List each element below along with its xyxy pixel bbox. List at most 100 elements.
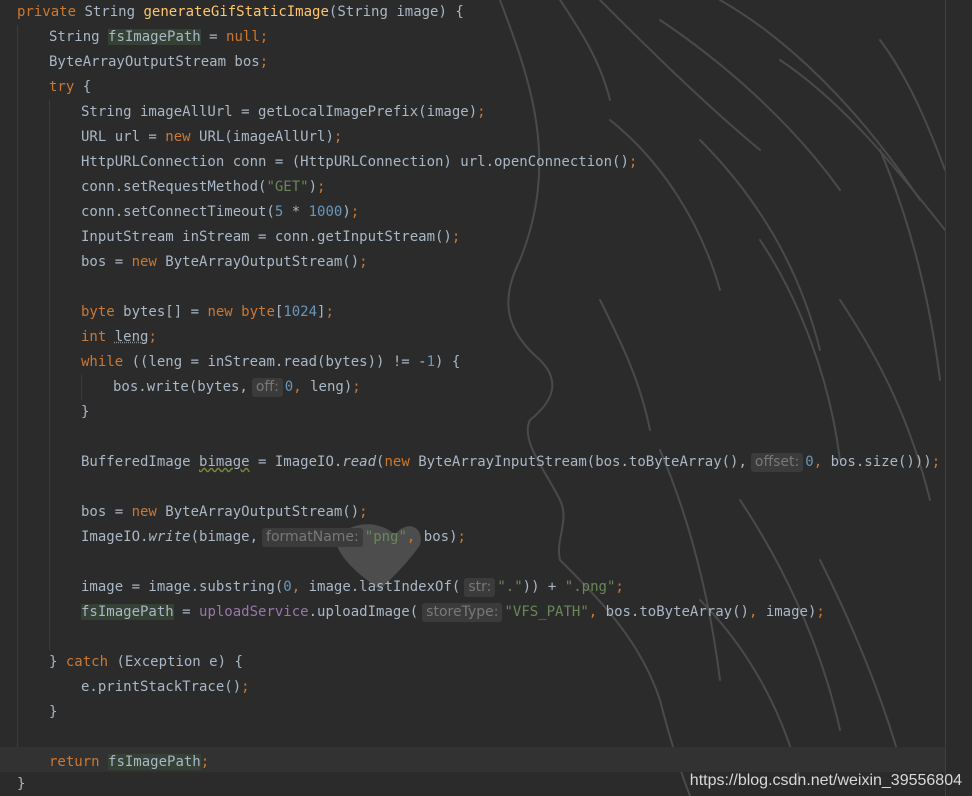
code-text: image = image.substring( — [81, 579, 284, 595]
keyword: try — [49, 79, 75, 95]
code-line-8[interactable]: conn.setRequestMethod("GET"); — [81, 175, 325, 200]
number-literal: 0 — [805, 454, 814, 470]
comma: , — [748, 604, 758, 620]
code-line-1[interactable]: private String generateGifStaticImage(St… — [17, 0, 464, 25]
code-text: )) + — [522, 579, 565, 595]
code-text: ImageIO. — [81, 529, 149, 545]
code-line-11[interactable]: bos = new ByteArrayOutputStream(); — [81, 250, 368, 275]
code-line-24[interactable]: image = image.substring(0, image.lastInd… — [81, 575, 624, 600]
code-line-27[interactable]: } catch (Exception e) { — [49, 650, 243, 675]
semicolon: ; — [477, 104, 486, 120]
semicolon: ; — [333, 129, 343, 145]
keyword: private — [17, 4, 77, 20]
keyword: byte — [241, 304, 275, 320]
code-text: (Exception e) { — [108, 654, 243, 670]
closing-brace: } — [81, 404, 90, 420]
code-text: ByteArrayOutputStream() — [156, 254, 360, 270]
code-text: bos) — [423, 529, 458, 545]
watermark-text: https://blog.csdn.net/weixin_39556804 — [689, 772, 962, 789]
method-name: generateGifStaticImage — [143, 4, 329, 20]
indent-guide — [81, 375, 82, 400]
code-text: bos.write(bytes, — [113, 379, 248, 395]
code-text: String — [49, 29, 100, 45]
code-line-17[interactable]: } — [81, 400, 89, 425]
code-line-14[interactable]: int leng; — [81, 325, 157, 350]
code-text: } — [49, 654, 66, 670]
code-line-19[interactable]: BufferedImage bimage = ImageIO.read(new … — [81, 450, 940, 475]
parameter-hint: storeType: — [422, 603, 503, 622]
comma: , — [291, 579, 301, 595]
code-text: { — [74, 79, 92, 95]
semicolon: ; — [200, 754, 210, 770]
code-text: = — [173, 604, 200, 620]
semicolon: ; — [931, 454, 941, 470]
code-text: String — [84, 4, 136, 20]
string-literal: ".png" — [564, 579, 616, 595]
code-text: String imageAllUrl = getLocalImagePrefix… — [81, 104, 478, 120]
comma: , — [406, 529, 416, 545]
code-line-5[interactable]: String imageAllUrl = getLocalImagePrefix… — [81, 100, 486, 125]
string-literal: "." — [497, 579, 523, 595]
variable-warning: bimage — [199, 454, 250, 470]
semicolon: ; — [615, 579, 624, 595]
keyword: int — [81, 329, 107, 345]
indent-guide — [49, 100, 50, 650]
code-line-15[interactable]: while ((leng = inStream.read(bytes)) != … — [81, 350, 460, 375]
code-line-9[interactable]: conn.setConnectTimeout(5 * 1000); — [81, 200, 359, 225]
code-text: ByteArrayInputStream(bos.toByteArray(), — [409, 454, 747, 470]
code-line-16[interactable]: bos.write(bytes, off: 0, leng); — [113, 375, 361, 400]
code-line-25[interactable]: fsImagePath = uploadService.uploadImage(… — [81, 600, 825, 625]
code-text: e.printStackTrace() — [81, 679, 242, 695]
semicolon: ; — [259, 54, 269, 70]
number-literal: 0 — [284, 379, 294, 395]
indent-guide — [17, 25, 18, 771]
code-text: ByteArrayOutputStream bos — [49, 54, 260, 70]
code-text: image.lastIndexOf( — [308, 579, 461, 595]
code-line-31[interactable]: return fsImagePath; — [49, 750, 209, 775]
code-line-10[interactable]: InputStream inStream = conn.getInputStre… — [81, 225, 460, 250]
code-text: = — [200, 29, 227, 45]
keyword: new — [131, 504, 157, 520]
variable: leng — [114, 329, 149, 345]
code-line-29[interactable]: } — [49, 700, 57, 725]
parameter-hint: formatName: — [262, 528, 363, 547]
code-line-22[interactable]: ImageIO.write(bimage, formatName: "png", b… — [81, 525, 466, 550]
code-line-2[interactable]: String fsImagePath = null; — [49, 25, 268, 50]
semicolon: ; — [148, 329, 157, 345]
parameter-hint: str: — [464, 578, 496, 597]
semicolon: ; — [451, 229, 461, 245]
static-method: write — [148, 529, 191, 545]
code-line-32[interactable]: } — [17, 772, 25, 796]
keyword: new — [131, 254, 157, 270]
code-text: bytes[] = — [114, 304, 208, 320]
semicolon: ; — [350, 204, 360, 220]
code-text: conn.setRequestMethod( — [81, 179, 267, 195]
keyword: null — [226, 29, 260, 45]
number-literal: 0 — [283, 579, 292, 595]
code-text: = ImageIO. — [249, 454, 343, 470]
code-line-3[interactable]: ByteArrayOutputStream bos; — [49, 50, 268, 75]
field-reference: uploadService — [199, 604, 309, 620]
code-line-28[interactable]: e.printStackTrace(); — [81, 675, 250, 700]
code-text: HttpURLConnection conn = (HttpURLConnect… — [81, 154, 629, 170]
code-line-13[interactable]: byte bytes[] = new byte[1024]; — [81, 300, 334, 325]
comma: , — [813, 454, 823, 470]
code-line-4[interactable]: try { — [49, 75, 91, 100]
variable-highlight: fsImagePath — [108, 754, 201, 770]
semicolon: ; — [359, 254, 368, 270]
code-editor[interactable]: private String generateGifStaticImage(St… — [0, 0, 972, 796]
code-line-7[interactable]: HttpURLConnection conn = (HttpURLConnect… — [81, 150, 637, 175]
semicolon: ; — [457, 529, 466, 545]
code-line-6[interactable]: URL url = new URL(imageAllUrl); — [81, 125, 342, 150]
semicolon: ; — [317, 179, 326, 195]
code-text: ) — [308, 179, 318, 195]
semicolon: ; — [352, 379, 361, 395]
code-text: (bimage, — [190, 529, 259, 545]
keyword: while — [81, 354, 124, 370]
code-text: BufferedImage — [81, 454, 200, 470]
code-text: URL url = — [81, 129, 166, 145]
parameter-hint: offset: — [750, 453, 804, 472]
code-line-21[interactable]: bos = new ByteArrayOutputStream(); — [81, 500, 368, 525]
semicolon: ; — [816, 604, 825, 620]
closing-brace: } — [49, 704, 58, 720]
